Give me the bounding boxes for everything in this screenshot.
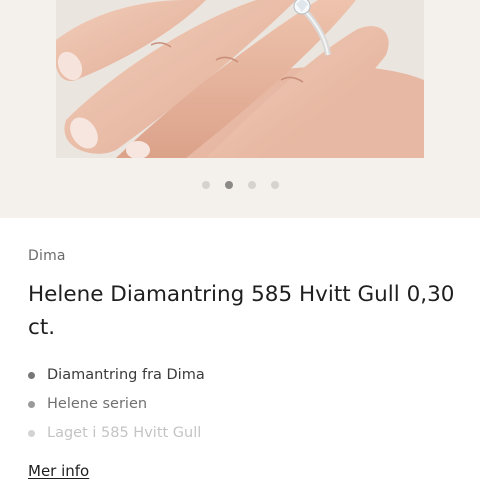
bullet-icon	[28, 401, 35, 408]
feature-item: Diamantring fra Dima	[28, 364, 468, 393]
pagination-dot-2-active[interactable]	[224, 181, 233, 189]
pagination-dot-1[interactable]	[201, 181, 210, 189]
bullet-icon	[28, 372, 35, 379]
hand-with-ring-image	[56, 0, 424, 158]
product-photo[interactable]	[56, 0, 424, 158]
product-image-gallery[interactable]	[0, 0, 480, 218]
bullet-icon	[28, 430, 35, 437]
brand-name[interactable]: Dima	[28, 248, 66, 264]
product-title: Helene Diamantring 585 Hvitt Gull 0,30 c…	[28, 282, 455, 340]
pagination-dot-3[interactable]	[247, 181, 256, 189]
more-info-link[interactable]: Mer info	[28, 462, 89, 480]
feature-item: Laget i 585 Hvitt Gull	[28, 422, 468, 451]
feature-item: Helene serien	[28, 393, 468, 422]
feature-text: Helene serien	[47, 396, 148, 412]
pagination-dot-4[interactable]	[270, 181, 279, 189]
feature-list: Diamantring fra Dima Helene serien Laget…	[28, 364, 468, 451]
feature-text: Diamantring fra Dima	[47, 367, 205, 383]
feature-text: Laget i 585 Hvitt Gull	[47, 425, 202, 441]
gallery-pagination-dots	[0, 181, 480, 191]
